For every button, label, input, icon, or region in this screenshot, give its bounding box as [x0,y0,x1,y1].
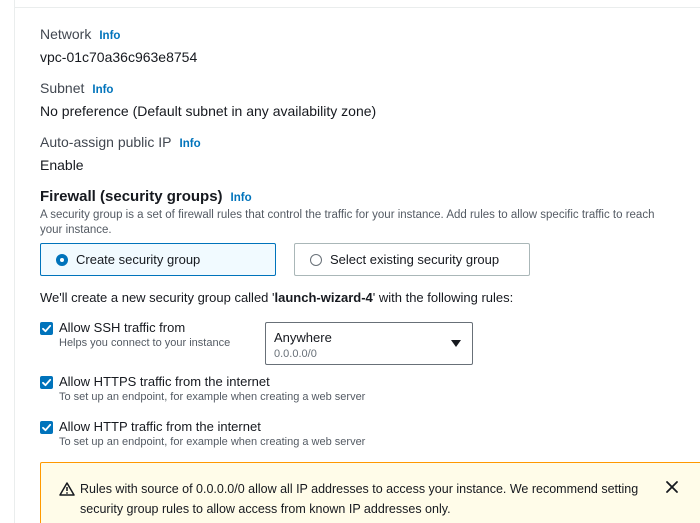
https-rule-help: To set up an endpoint, for example when … [59,391,366,403]
security-group-sentence: We'll create a new security group called… [40,290,513,305]
ssh-rule-label: Allow SSH traffic from [59,320,186,335]
security-group-name: launch-wizard-4 [274,290,373,305]
caret-down-icon [451,340,461,347]
radio-unselected-icon [310,253,322,266]
checkmark-icon [42,324,52,333]
ssh-source-select[interactable]: Anywhere 0.0.0.0/0 [265,322,473,365]
sentence-after: ' with the following rules: [372,290,514,305]
network-settings-panel: Network Info vpc-01c70a36c963e8754 Subnet… [0,0,700,523]
subnet-label-row: Subnet Info [40,80,113,96]
firewall-title: Firewall (security groups) [40,188,223,205]
firewall-description: A security group is a set of firewall ru… [40,209,655,236]
network-value: vpc-01c70a36c963e8754 [40,49,198,65]
warning-text: Rules with source of 0.0.0.0/0 allow all… [80,482,639,516]
firewall-title-row: Firewall (security groups) Info [40,188,252,205]
sentence-before: We'll create a new security group called… [40,290,275,305]
radio-selected-icon [56,253,68,266]
ssh-source-cidr: 0.0.0.0/0 [274,348,317,360]
warning-triangle-icon [59,482,75,496]
ssh-rule-help: Helps you connect to your instance [59,337,231,349]
http-rule-help: To set up an endpoint, for example when … [59,436,366,448]
checkmark-icon [42,378,52,387]
ssh-source-value: Anywhere [274,330,332,345]
close-icon[interactable] [665,480,679,494]
https-rule-label: Allow HTTPS traffic from the internet [59,374,270,389]
network-info-link[interactable]: Info [99,30,120,42]
create-security-group-label: Create security group [76,252,201,267]
subnet-label: Subnet [40,80,85,96]
panel-top-border [14,7,700,8]
create-security-group-option[interactable]: Create security group [40,243,276,276]
network-label-row: Network Info [40,26,120,42]
ssh-checkbox[interactable] [40,322,53,335]
panel-left-border [14,0,15,523]
http-checkbox[interactable] [40,421,53,434]
public-ip-value: Enable [40,157,84,173]
public-ip-info-link[interactable]: Info [180,138,201,150]
subnet-info-link[interactable]: Info [92,84,113,96]
http-rule-label: Allow HTTP traffic from the internet [59,419,261,434]
firewall-info-link[interactable]: Info [231,192,252,204]
subnet-value: No preference (Default subnet in any ava… [40,103,377,119]
select-existing-security-group-label: Select existing security group [330,252,500,267]
select-existing-security-group-option[interactable]: Select existing security group [294,243,530,276]
network-label: Network [40,26,92,42]
open-access-warning-alert: Rules with source of 0.0.0.0/0 allow all… [40,462,700,523]
https-checkbox[interactable] [40,376,53,389]
public-ip-label-row: Auto-assign public IP Info [40,134,201,150]
public-ip-label: Auto-assign public IP [40,134,172,150]
checkmark-icon [42,423,52,432]
